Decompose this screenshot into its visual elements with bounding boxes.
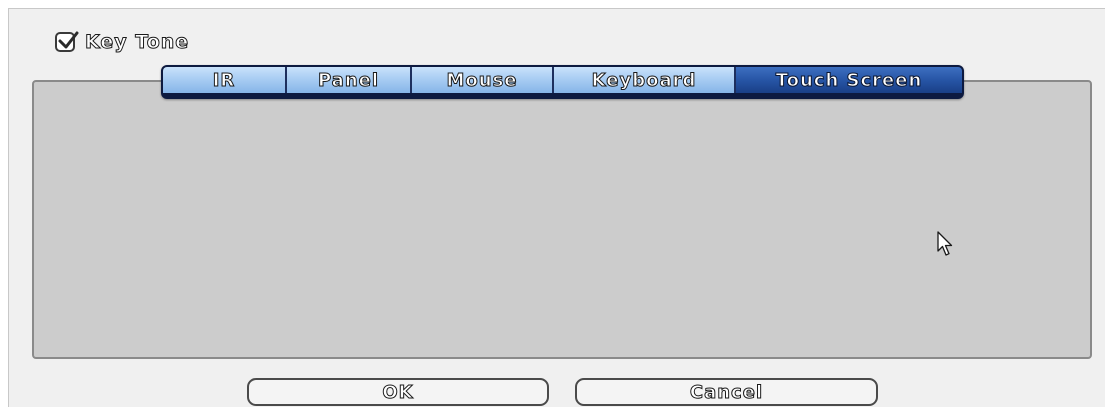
cancel-button-label: Cancel	[689, 381, 764, 403]
key-tone-dialog: Key Tone IR Panel Mouse Keyboard Touch S…	[8, 8, 1105, 407]
settings-panel	[32, 80, 1092, 359]
tab-keyboard[interactable]: Keyboard	[554, 67, 736, 93]
tab-mouse-label: Mouse	[446, 69, 518, 91]
tab-panel-label: Panel	[317, 69, 380, 91]
cancel-button[interactable]: Cancel	[575, 378, 878, 406]
tab-panel[interactable]: Panel	[287, 67, 412, 93]
input-device-tabs: IR Panel Mouse Keyboard Touch Screen	[161, 65, 964, 99]
tab-touch-screen-label: Touch Screen	[775, 69, 923, 91]
key-tone-checkbox[interactable]	[55, 31, 79, 52]
key-tone-checkbox-row[interactable]: Key Tone	[55, 29, 189, 55]
mouse-pointer-icon	[937, 231, 953, 256]
ok-button-label: OK	[382, 381, 414, 403]
key-tone-label: Key Tone	[84, 31, 190, 54]
tab-mouse[interactable]: Mouse	[412, 67, 554, 93]
tab-ir[interactable]: IR	[163, 67, 287, 93]
ok-button[interactable]: OK	[247, 378, 549, 406]
checkmark-icon	[58, 31, 79, 49]
tab-ir-label: IR	[212, 69, 236, 91]
tab-keyboard-label: Keyboard	[591, 69, 697, 91]
tab-touch-screen[interactable]: Touch Screen	[736, 67, 962, 93]
